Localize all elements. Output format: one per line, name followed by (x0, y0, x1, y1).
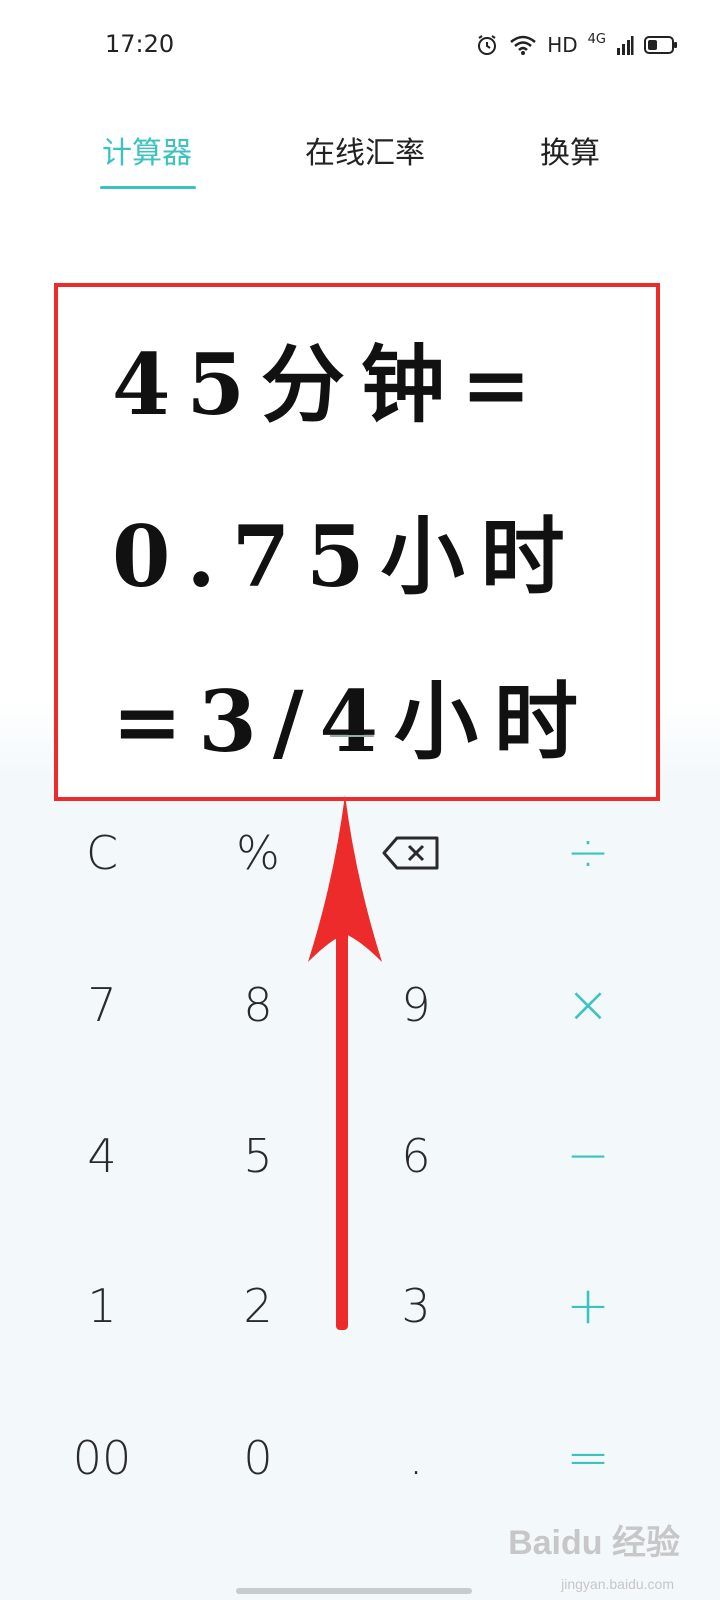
tab-exchange-rate[interactable]: 在线汇率 (305, 128, 425, 172)
network-indicator: 4G (587, 32, 606, 47)
display-cursor (330, 735, 374, 737)
percent-button[interactable]: % (180, 783, 336, 923)
digit-7-button[interactable]: 7 (24, 935, 180, 1075)
backspace-button[interactable] (333, 783, 489, 923)
status-time: 17:20 (105, 30, 175, 58)
decimal-point-button[interactable]: . (338, 1388, 494, 1528)
minus-button[interactable]: − (510, 1086, 666, 1226)
active-tab-indicator (100, 186, 196, 189)
digit-1-button[interactable]: 1 (24, 1236, 180, 1376)
wifi-icon (510, 35, 536, 55)
backspace-icon (382, 836, 439, 870)
status-bar: 17:20 HD 4G (0, 0, 720, 90)
digit-9-button[interactable]: 9 (338, 935, 494, 1075)
watermark: Baidu 经验 (508, 1515, 680, 1564)
double-zero-button[interactable]: 00 (24, 1388, 180, 1528)
watermark-url: jingyan.baidu.com (561, 1576, 674, 1592)
clear-button[interactable]: C (24, 783, 180, 923)
digit-3-button[interactable]: 3 (338, 1236, 494, 1376)
annotation-line-1: 45分钟= (112, 335, 548, 434)
tab-calculator[interactable]: 计算器 (102, 128, 192, 172)
digit-0-button[interactable]: 0 (180, 1388, 336, 1528)
digit-4-button[interactable]: 4 (24, 1086, 180, 1226)
multiply-button[interactable]: × (510, 935, 666, 1075)
plus-button[interactable]: + (510, 1236, 666, 1376)
digit-5-button[interactable]: 5 (180, 1086, 336, 1226)
digit-2-button[interactable]: 2 (180, 1236, 336, 1376)
battery-icon (644, 36, 677, 54)
watermark-brand: Baidu 经验 (508, 1524, 680, 1562)
home-indicator[interactable] (236, 1588, 472, 1594)
divide-button[interactable]: ÷ (510, 783, 666, 923)
annotation-line-3: =3/4小时 (112, 672, 594, 771)
alarm-icon (478, 35, 497, 55)
signal-icon (617, 36, 634, 55)
annotation-line-2: 0.75小时 (112, 507, 581, 606)
equals-button[interactable]: = (510, 1388, 666, 1528)
tab-bar: 计算器 在线汇率 换算 (0, 120, 720, 200)
digit-6-button[interactable]: 6 (338, 1086, 494, 1226)
digit-8-button[interactable]: 8 (180, 935, 336, 1075)
tab-conversion[interactable]: 换算 (540, 128, 600, 172)
status-icons: HD 4G (475, 30, 678, 60)
hd-indicator: HD (547, 33, 578, 57)
